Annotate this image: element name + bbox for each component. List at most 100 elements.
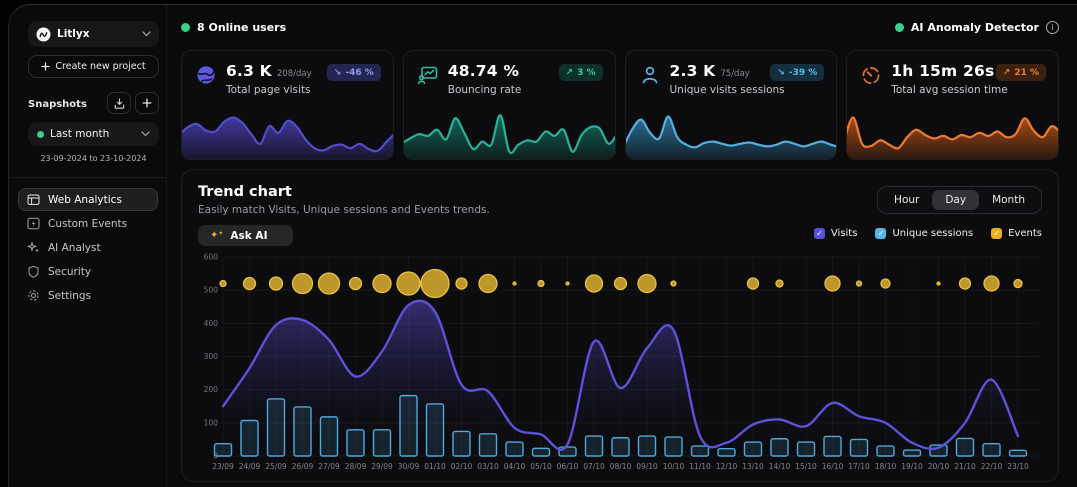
chart-legend: ✓ Visits ✓ Unique sessions ✓ Events <box>814 228 1042 239</box>
create-project-button[interactable]: Create new project <box>28 55 159 78</box>
snapshot-select[interactable]: Last month <box>28 122 159 146</box>
user-icon <box>639 64 661 86</box>
svg-text:14/10: 14/10 <box>769 462 791 471</box>
trend-up-icon: ↗ <box>1003 68 1011 78</box>
info-icon[interactable]: i <box>1046 21 1059 34</box>
svg-text:17/10: 17/10 <box>848 462 870 471</box>
svg-text:23/10: 23/10 <box>1007 462 1029 471</box>
sidebar-item-label: Custom Events <box>48 218 127 230</box>
sparkles-icon <box>27 241 40 254</box>
gear-icon <box>27 289 40 302</box>
checkbox-checked-icon: ✓ <box>875 228 886 239</box>
timer-icon <box>860 64 882 86</box>
trend-up-icon: ↗ <box>566 68 574 78</box>
stat-per-day: 208/day <box>277 69 312 79</box>
sidebar-item-label: Web Analytics <box>48 194 122 206</box>
svg-text:06/10: 06/10 <box>557 462 579 471</box>
app-window: Litlyx Create new project Snapshots Last… <box>8 4 1077 487</box>
svg-text:09/10: 09/10 <box>636 462 658 471</box>
online-status-dot <box>181 23 190 32</box>
chevron-down-icon <box>142 31 151 37</box>
svg-text:15/10: 15/10 <box>795 462 817 471</box>
stat-label: Bouncing rate <box>448 84 522 96</box>
stat-badge: ↘ -39 % <box>770 64 824 81</box>
stat-card-bouncing-rate: 48.74 % Bouncing rate ↗ 3 % <box>403 50 616 160</box>
tab-month[interactable]: Month <box>979 190 1038 210</box>
stat-value: 6.3 K <box>226 62 272 80</box>
online-users-label: 8 Online users <box>197 21 286 34</box>
tab-day[interactable]: Day <box>932 190 979 210</box>
trend-chart-card: Trend chart Easily match Visits, Unique … <box>181 169 1059 482</box>
stat-badge: ↗ 21 % <box>996 64 1046 81</box>
checkbox-checked-icon: ✓ <box>991 228 1002 239</box>
svg-text:05/10: 05/10 <box>530 462 552 471</box>
main-content: 8 Online users AI Anomaly Detector i 6.3… <box>167 5 1077 487</box>
tab-hour[interactable]: Hour <box>881 190 932 210</box>
stat-label: Total avg session time <box>891 84 1007 96</box>
svg-text:18/10: 18/10 <box>875 462 897 471</box>
plus-icon <box>142 98 152 108</box>
trend-subtitle: Easily match Visits, Unique sessions and… <box>198 204 490 216</box>
legend-label: Unique sessions <box>892 228 973 239</box>
svg-text:08/10: 08/10 <box>610 462 632 471</box>
range-tabs: Hour Day Month <box>877 186 1042 214</box>
badge-text: 3 % <box>577 68 595 78</box>
badge-text: 21 % <box>1014 68 1039 78</box>
svg-text:03/10: 03/10 <box>477 462 499 471</box>
trend-down-icon: ↘ <box>334 68 342 78</box>
svg-text:24/09: 24/09 <box>239 462 261 471</box>
sidebar-item-label: AI Analyst <box>48 242 101 254</box>
svg-text:04/10: 04/10 <box>504 462 526 471</box>
sidebar: Litlyx Create new project Snapshots Last… <box>9 5 167 487</box>
svg-text:12/10: 12/10 <box>716 462 738 471</box>
ai-anomaly-detector: AI Anomaly Detector i <box>895 21 1059 34</box>
stat-value: 1h 15m 26s <box>891 62 994 80</box>
trend-chart-canvas: 010020030040050060023/0924/0925/0926/092… <box>194 250 1047 476</box>
sidebar-item-settings[interactable]: Settings <box>18 284 158 307</box>
snapshot-value: Last month <box>50 128 135 140</box>
stat-value: 2.3 K <box>670 62 716 80</box>
checkbox-checked-icon: ✓ <box>814 228 825 239</box>
stat-card-total-page-visits: 6.3 K 208/day Total page visits ↘ -46 % <box>181 50 394 160</box>
ask-ai-button[interactable]: ✦✦ Ask AI <box>198 225 293 246</box>
add-snapshot-button[interactable] <box>135 92 159 114</box>
trend-title: Trend chart <box>198 184 292 200</box>
litlyx-logo-icon <box>36 27 51 42</box>
project-select[interactable]: Litlyx <box>28 21 159 47</box>
sidebar-item-custom-events[interactable]: Custom Events <box>18 212 158 235</box>
svg-text:200: 200 <box>204 385 219 394</box>
svg-text:500: 500 <box>204 286 219 295</box>
shield-icon <box>27 265 40 278</box>
divider <box>9 177 166 178</box>
lightning-square-icon <box>27 217 40 230</box>
legend-item-visits[interactable]: ✓ Visits <box>814 228 858 239</box>
globe-icon <box>195 64 217 86</box>
sidebar-item-ai-analyst[interactable]: AI Analyst <box>18 236 158 259</box>
svg-text:30/09: 30/09 <box>398 462 420 471</box>
stat-sparkline <box>847 107 1058 159</box>
svg-text:100: 100 <box>204 418 219 427</box>
svg-text:23/09: 23/09 <box>212 462 234 471</box>
legend-item-unique-sessions[interactable]: ✓ Unique sessions <box>875 228 973 239</box>
online-users: 8 Online users <box>181 21 286 34</box>
snapshots-header: Snapshots <box>28 92 159 114</box>
ask-ai-label: Ask AI <box>230 230 267 242</box>
snapshots-label: Snapshots <box>28 99 87 114</box>
svg-text:600: 600 <box>204 253 219 262</box>
svg-text:25/09: 25/09 <box>265 462 287 471</box>
bounce-rate-icon <box>417 64 439 86</box>
stat-per-day: 75/day <box>720 69 749 79</box>
sidebar-item-security[interactable]: Security <box>18 260 158 283</box>
stat-card-unique-sessions: 2.3 K 75/day Unique visits sessions ↘ -3… <box>625 50 838 160</box>
legend-label: Events <box>1008 228 1042 239</box>
topbar: 8 Online users AI Anomaly Detector i <box>181 5 1059 50</box>
svg-text:21/10: 21/10 <box>954 462 976 471</box>
sidebar-item-web-analytics[interactable]: Web Analytics <box>18 188 158 211</box>
export-snapshot-button[interactable] <box>107 92 131 114</box>
svg-text:16/10: 16/10 <box>822 462 844 471</box>
badge-text: -46 % <box>345 68 373 78</box>
stat-badge: ↘ -46 % <box>327 64 381 81</box>
stat-label: Total page visits <box>226 84 311 96</box>
sidebar-item-label: Security <box>48 266 91 278</box>
legend-item-events[interactable]: ✓ Events <box>991 228 1042 239</box>
